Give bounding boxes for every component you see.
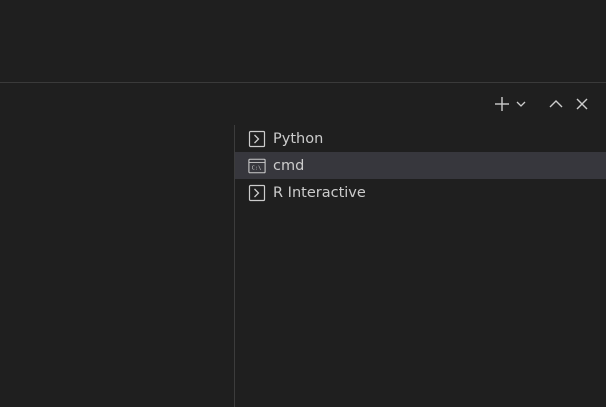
close-panel-button[interactable] bbox=[570, 91, 594, 117]
terminal-tab-label: R Interactive bbox=[273, 184, 366, 201]
terminal-tab-python[interactable]: Python bbox=[235, 125, 606, 152]
chevron-up-icon bbox=[548, 96, 564, 112]
terminal-tab-label: Python bbox=[273, 130, 324, 147]
terminal-tab-cmd[interactable]: C:\ cmd bbox=[235, 152, 606, 179]
close-icon bbox=[574, 96, 590, 112]
terminal-icon bbox=[248, 130, 266, 148]
svg-text:C:\: C:\ bbox=[252, 165, 262, 171]
chevron-down-icon bbox=[515, 98, 527, 110]
terminal-content[interactable] bbox=[0, 125, 234, 407]
terminal-tab-label: cmd bbox=[273, 157, 305, 174]
new-terminal-button[interactable] bbox=[492, 91, 512, 117]
terminal-tab-r-interactive[interactable]: R Interactive bbox=[235, 179, 606, 206]
panel-toolbar bbox=[492, 90, 594, 118]
ide-window: Python C:\ cmd R Interactive bbox=[0, 0, 606, 407]
editor-area bbox=[0, 0, 606, 83]
plus-icon bbox=[493, 95, 511, 113]
cmd-terminal-icon: C:\ bbox=[248, 157, 266, 175]
maximize-panel-button[interactable] bbox=[544, 91, 568, 117]
launch-profile-button[interactable] bbox=[514, 91, 528, 117]
terminal-icon bbox=[248, 184, 266, 202]
terminal-tabs-list: Python C:\ cmd R Interactive bbox=[234, 125, 606, 407]
